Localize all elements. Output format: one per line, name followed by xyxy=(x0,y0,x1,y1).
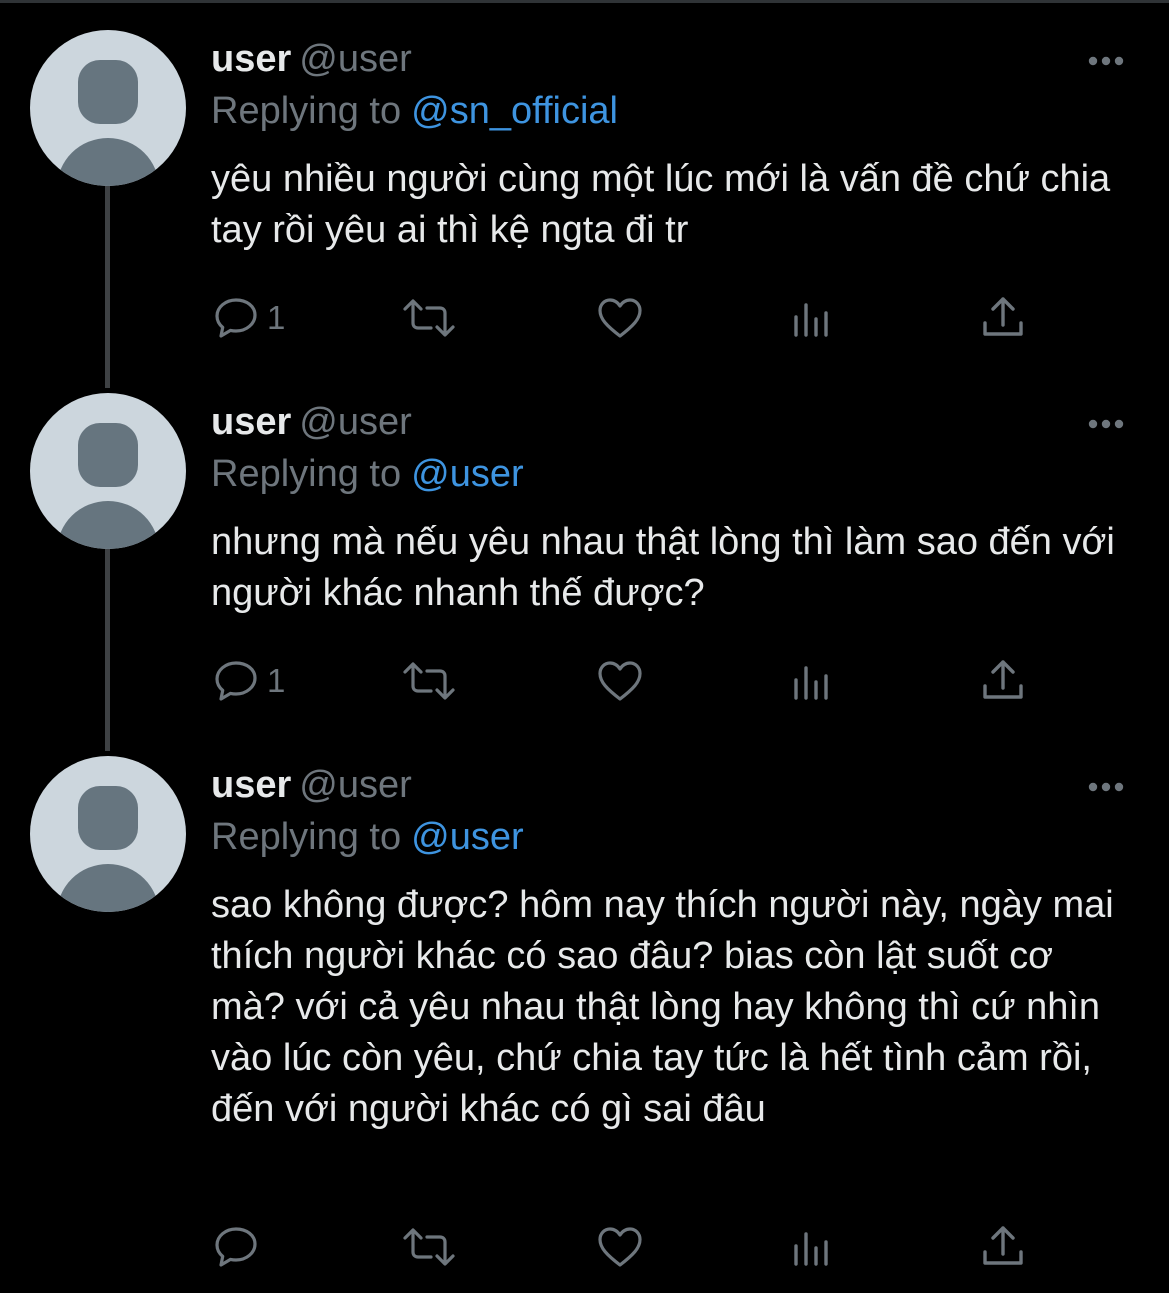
share-icon xyxy=(983,1226,1023,1265)
like-icon xyxy=(598,1227,642,1267)
tweet-header: user @user xyxy=(211,762,412,808)
share-button[interactable] xyxy=(978,293,1028,343)
reply-button[interactable] xyxy=(211,1222,267,1272)
tweet-text: yêu nhiều người cùng một lúc mới là vấn … xyxy=(211,158,1111,251)
tweet[interactable]: user @user Replying to @user nhưng mà nếu … xyxy=(0,393,1169,723)
stats-button[interactable] xyxy=(787,1222,837,1272)
top-border xyxy=(0,0,1169,3)
reply-button[interactable]: 1 xyxy=(211,656,285,706)
retweet-button[interactable] xyxy=(399,293,459,343)
tweet-text: nhưng mà nếu yêu nhau thật lòng thì làm … xyxy=(211,521,1115,614)
replying-label: Replying to xyxy=(211,90,402,132)
avatar-head-shape xyxy=(78,786,138,850)
tweet[interactable]: user @user Replying to @sn_official yêu nh… xyxy=(0,30,1169,360)
reply-icon xyxy=(215,1227,257,1267)
user-handle[interactable]: @user xyxy=(299,38,412,80)
stats-icon xyxy=(794,666,828,700)
reply-icon xyxy=(215,661,257,701)
more-icon[interactable] xyxy=(1084,772,1128,802)
tweet-actions xyxy=(211,1222,1111,1272)
like-icon xyxy=(598,298,642,338)
avatar-shoulders-shape xyxy=(57,501,159,549)
stats-icon xyxy=(794,303,828,337)
avatar-head-shape xyxy=(78,60,138,124)
more-icon[interactable] xyxy=(1084,409,1128,439)
like-button[interactable] xyxy=(595,293,645,343)
replying-label: Replying to xyxy=(211,816,402,858)
retweet-button[interactable] xyxy=(399,1222,459,1272)
replying-to-line: Replying to @user xyxy=(211,814,524,860)
avatar-shoulders-shape xyxy=(57,864,159,912)
share-icon xyxy=(983,297,1023,336)
like-button[interactable] xyxy=(595,656,645,706)
share-icon xyxy=(983,660,1023,699)
user-handle[interactable]: @user xyxy=(299,764,412,806)
reply-icon xyxy=(215,298,257,338)
avatar-head-shape xyxy=(78,423,138,487)
retweet-icon xyxy=(403,1228,455,1266)
avatar[interactable] xyxy=(30,30,186,186)
replying-to-line: Replying to @sn_official xyxy=(211,88,618,134)
replying-label: Replying to xyxy=(211,453,402,495)
tweet-actions: 1 xyxy=(211,656,1111,706)
tweet-text: sao không được? hôm nay thích người này,… xyxy=(211,884,1114,1130)
like-icon xyxy=(598,661,642,701)
replying-to-mention[interactable]: @user xyxy=(411,816,524,858)
retweet-icon xyxy=(403,299,455,337)
retweet-icon xyxy=(403,662,455,700)
tweet-header: user @user xyxy=(211,399,412,445)
tweet-header: user @user xyxy=(211,36,412,82)
more-icon[interactable] xyxy=(1084,46,1128,76)
stats-button[interactable] xyxy=(787,656,837,706)
display-name[interactable]: user xyxy=(211,764,291,806)
share-button[interactable] xyxy=(978,656,1028,706)
avatar[interactable] xyxy=(30,393,186,549)
replying-to-mention[interactable]: @user xyxy=(411,453,524,495)
reply-count: 1 xyxy=(267,299,286,336)
tweet-actions: 1 xyxy=(211,293,1111,343)
display-name[interactable]: user xyxy=(211,401,291,443)
retweet-button[interactable] xyxy=(399,656,459,706)
avatar[interactable] xyxy=(30,756,186,912)
user-handle[interactable]: @user xyxy=(299,401,412,443)
replying-to-mention[interactable]: @sn_official xyxy=(411,90,618,132)
avatar-shoulders-shape xyxy=(57,138,159,186)
share-button[interactable] xyxy=(978,1222,1028,1272)
reply-count: 1 xyxy=(267,662,286,699)
reply-button[interactable]: 1 xyxy=(211,293,285,343)
stats-icon xyxy=(794,1232,828,1266)
tweet[interactable]: user @user Replying to @user sao không đượ… xyxy=(0,756,1169,1286)
replying-to-line: Replying to @user xyxy=(211,451,524,497)
like-button[interactable] xyxy=(595,1222,645,1272)
stats-button[interactable] xyxy=(787,293,837,343)
display-name[interactable]: user xyxy=(211,38,291,80)
